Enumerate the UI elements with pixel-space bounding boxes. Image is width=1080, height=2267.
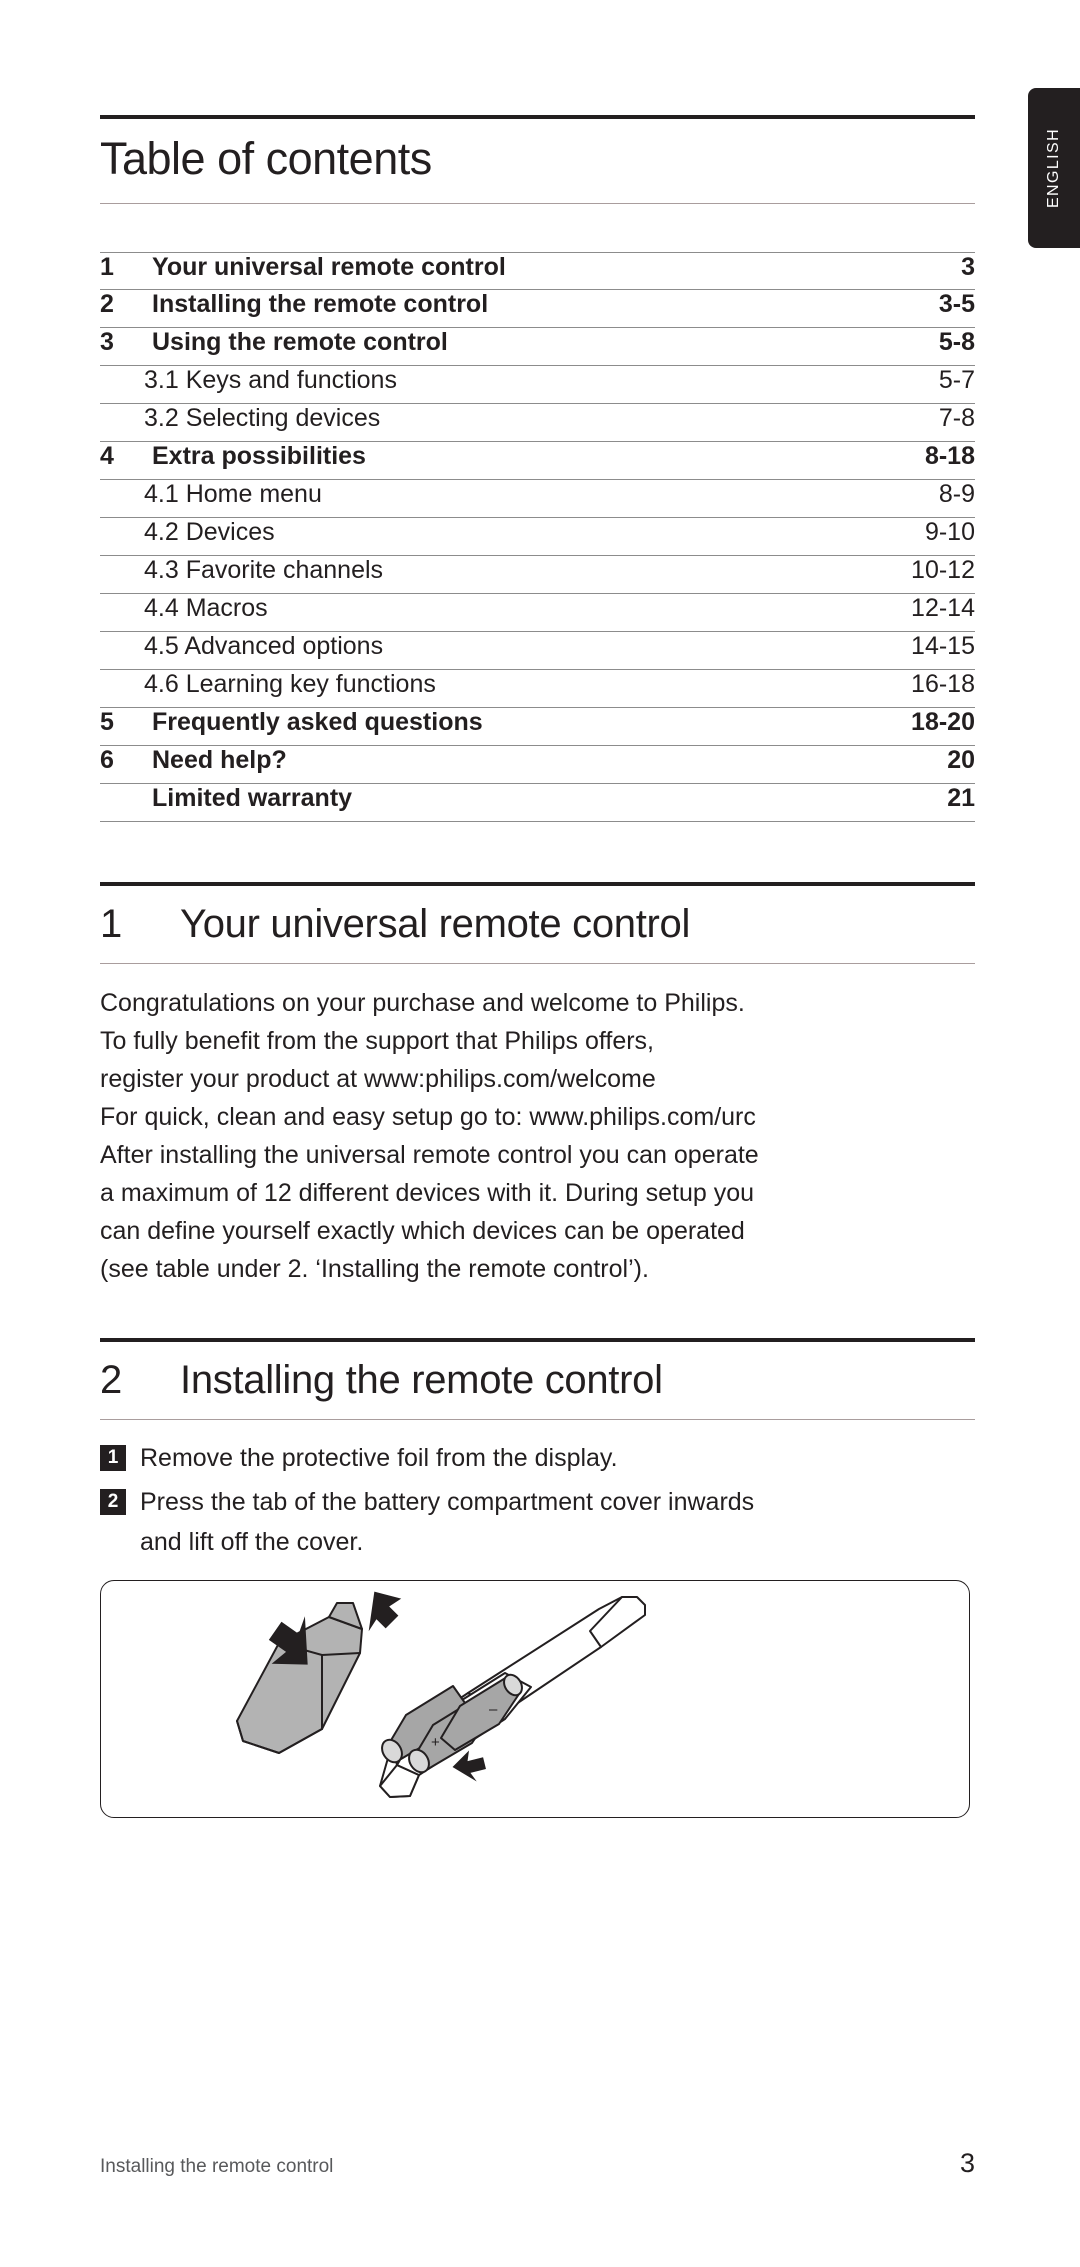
toc-spacer <box>100 204 975 252</box>
toc-row-label: Your universal remote control <box>152 253 506 281</box>
step-text-line: Remove the protective foil from the disp… <box>140 1444 618 1472</box>
toc-row[interactable]: 1 Your universal remote control 3 <box>100 252 975 290</box>
toc-row-page: 8-9 <box>938 480 975 508</box>
english-language-tab: ENGLISH <box>1028 88 1080 248</box>
chapter-1-body-line: (see table under 2. ‘Installing the remo… <box>100 1255 649 1283</box>
toc-row-label: 4.4 Macros <box>144 594 268 622</box>
chapter-2-heading: 2 Installing the remote control <box>100 1342 975 1419</box>
toc-row[interactable]: Limited warranty 21 <box>100 784 975 822</box>
english-language-tab-label: ENGLISH <box>1045 127 1062 209</box>
toc-row-number: 2 <box>100 290 114 318</box>
toc-row-number: 3 <box>100 328 114 356</box>
toc-row[interactable]: 2 Installing the remote control 3-5 <box>100 290 975 328</box>
chapter-1-body-line: Congratulations on your purchase and wel… <box>100 989 745 1017</box>
toc-row-page: 14-15 <box>911 632 975 660</box>
manual-page: ENGLISH Table of contents 1 Your universa… <box>0 0 1080 2267</box>
toc-row-number: 1 <box>100 253 114 281</box>
toc-row-page: 5-8 <box>938 328 975 356</box>
toc-row-label: 3.1 Keys and functions <box>144 366 397 394</box>
toc-row-page: 12-14 <box>911 594 975 622</box>
toc-row[interactable]: 6 Need help? 20 <box>100 746 975 784</box>
toc-heading: Table of contents <box>100 133 432 184</box>
toc-row[interactable]: 4.2 Devices 9-10 <box>100 518 975 556</box>
toc-row-label: 4.6 Learning key functions <box>144 670 436 698</box>
toc-row-number: 4 <box>100 442 114 470</box>
toc-row-page: 16-18 <box>911 670 975 698</box>
toc-row-label: 4.5 Advanced options <box>144 632 384 660</box>
toc-row-label: 4.3 Favorite channels <box>144 556 384 584</box>
toc-row-label: Installing the remote control <box>152 290 489 318</box>
toc-row-label: Frequently asked questions <box>152 708 483 736</box>
toc-row-page: 3 <box>961 253 975 281</box>
chapter-2-title: Installing the remote control <box>180 1358 663 1402</box>
toc-row[interactable]: 5 Frequently asked questions 18-20 <box>100 708 975 746</box>
toc-row-page: 21 <box>947 784 975 812</box>
chapter-1-section: 1 Your universal remote control Congratu… <box>100 882 975 1288</box>
remote-illustration-svg: + – <box>236 1591 646 1798</box>
chapter-2-section: 2 Installing the remote control 1 Remove … <box>100 1338 975 1818</box>
toc-row-label: Using the remote control <box>152 328 448 356</box>
toc-row-number: 6 <box>100 746 114 774</box>
toc-row-page: 9-10 <box>924 518 975 546</box>
toc-row-label: Limited warranty <box>152 784 353 812</box>
install-step: 1 Remove the protective foil from the dis… <box>100 1438 975 1478</box>
remote-battery-compartment-illustration: + – <box>100 1580 970 1818</box>
step-text-line: Press the tab of the battery compartment… <box>140 1488 755 1516</box>
chapter-1-body-line: a maximum of 12 different devices with i… <box>100 1179 755 1207</box>
chapter-1-heading: 1 Your universal remote control <box>100 886 975 963</box>
toc-row[interactable]: 4.1 Home menu 8-9 <box>100 480 975 518</box>
chapter-1-number: 1 <box>100 902 123 946</box>
toc-row-page: 7-8 <box>938 404 975 432</box>
toc-row-page: 8-18 <box>924 442 975 470</box>
toc-row-label: Extra possibilities <box>152 442 366 470</box>
chapter-1-body-line: To fully benefit from the support that P… <box>100 1027 654 1055</box>
toc-row-page: 3-5 <box>938 290 975 318</box>
step-number-badge: 2 <box>100 1489 126 1515</box>
toc-row[interactable]: 4 Extra possibilities 8-18 <box>100 442 975 480</box>
toc-row-page: 10-12 <box>911 556 975 584</box>
toc-row[interactable]: 3 Using the remote control 5-8 <box>100 328 975 366</box>
install-step: 2 Press the tab of the battery compartmen… <box>100 1482 975 1562</box>
toc-row-page: 20 <box>947 746 975 774</box>
battery-plus-marker: + <box>431 1734 440 1751</box>
chapter-2-number: 2 <box>100 1358 123 1402</box>
toc-row-page: 18-20 <box>911 708 975 736</box>
toc-row-number: 5 <box>100 708 114 736</box>
toc-row-label: Need help? <box>152 746 287 774</box>
toc-row[interactable]: 4.5 Advanced options 14-15 <box>100 632 975 670</box>
chapter-1-body-line: register your product at www:philips.com… <box>100 1065 656 1093</box>
toc-row[interactable]: 4.4 Macros 12-14 <box>100 594 975 632</box>
step-number-badge: 1 <box>100 1445 126 1471</box>
battery-group <box>381 1673 523 1774</box>
table-of-contents-section: Table of contents 1 Your universal remote… <box>100 115 975 822</box>
toc-row[interactable]: 4.3 Favorite channels 10-12 <box>100 556 975 594</box>
chapter-2-step-list: 1 Remove the protective foil from the dis… <box>100 1420 975 1562</box>
toc-row[interactable]: 3.1 Keys and functions 5-7 <box>100 366 975 404</box>
page-content: Table of contents 1 Your universal remote… <box>100 0 975 1818</box>
toc-row-page: 5-7 <box>938 366 975 394</box>
footer-page-number: 3 <box>959 2148 975 2178</box>
toc-row[interactable]: 3.2 Selecting devices 7-8 <box>100 404 975 442</box>
battery-minus-marker: – <box>489 1701 498 1718</box>
toc-row-label: 4.1 Home menu <box>144 480 322 508</box>
chapter-1-body-line: can define yourself exactly which device… <box>100 1217 745 1245</box>
toc-row-label: 4.2 Devices <box>144 518 275 546</box>
footer-section-name: Installing the remote control <box>100 2156 334 2177</box>
toc-row[interactable]: 4.6 Learning key functions 16-18 <box>100 670 975 708</box>
chapter-1-body-line: For quick, clean and easy setup go to: w… <box>100 1103 756 1131</box>
chapter-1-body-line: After installing the universal remote co… <box>100 1141 759 1169</box>
toc-list: 1 Your universal remote control 3 2 Installi… <box>100 252 975 822</box>
page-footer: Installing the remote control 3 <box>100 2148 975 2179</box>
chapter-1-body-text: Congratulations on your purchase and wel… <box>100 964 975 1288</box>
toc-row-label: 3.2 Selecting devices <box>144 404 381 432</box>
step-text-continuation: and lift off the cover. <box>140 1528 364 1556</box>
chapter-1-title: Your universal remote control <box>180 902 691 946</box>
step-text: Remove the protective foil from the disp… <box>140 1438 618 1478</box>
step-text: Press the tab of the battery compartment… <box>140 1482 754 1562</box>
